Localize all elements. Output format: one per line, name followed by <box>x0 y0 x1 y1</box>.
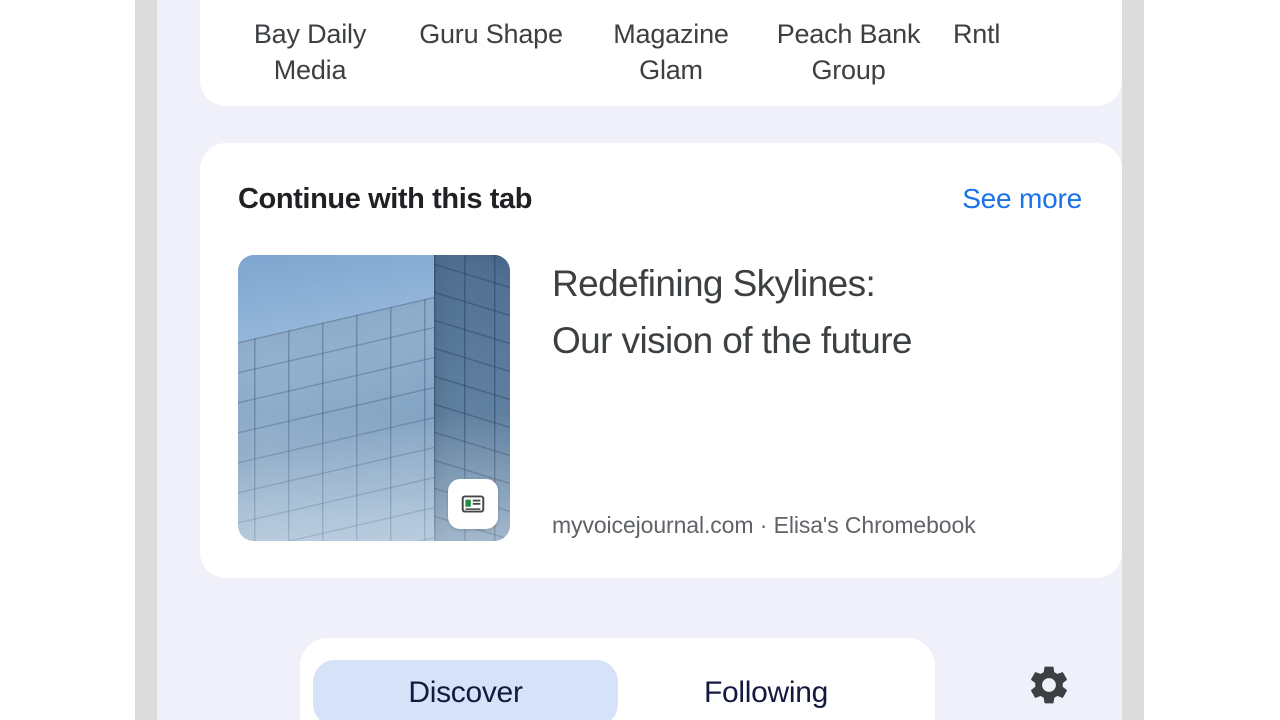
publisher-chip-magazine-glam[interactable]: Magazine Glam <box>586 16 756 88</box>
right-scroll-gutter[interactable] <box>1122 0 1144 720</box>
tab-discover[interactable]: Discover <box>313 660 618 720</box>
article-thumbnail[interactable] <box>238 255 510 541</box>
publisher-chip-bay-daily-media[interactable]: Bay Daily Media <box>224 16 396 88</box>
left-scroll-gutter[interactable] <box>135 0 157 720</box>
article-title[interactable]: Redefining Skylines: Our vision of the f… <box>552 255 1082 370</box>
article-text-column: Redefining Skylines: Our vision of the f… <box>552 255 1082 541</box>
publisher-chip-guru-shape[interactable]: Guru Shape <box>396 16 586 52</box>
publishers-card: Bay Daily Media Guru Shape Magazine Glam… <box>200 0 1122 106</box>
publisher-chip-peach-bank-group[interactable]: Peach Bank Group <box>756 16 941 88</box>
gear-icon <box>1031 666 1067 704</box>
publishers-row: Bay Daily Media Guru Shape Magazine Glam… <box>200 16 1122 88</box>
continue-card-title: Continue with this tab <box>238 183 533 215</box>
bottom-nav-bar: Discover Following <box>300 638 935 720</box>
continue-with-tab-card: Continue with this tab See more Redefini… <box>200 143 1122 578</box>
publisher-chip-rntl[interactable]: Rntl <box>941 16 1061 52</box>
feed-viewport: Bay Daily Media Guru Shape Magazine Glam… <box>157 0 1122 720</box>
tab-following[interactable]: Following <box>618 660 914 720</box>
continue-card-body[interactable]: Redefining Skylines: Our vision of the f… <box>238 255 1082 548</box>
continue-card-header: Continue with this tab See more <box>238 183 1082 216</box>
screen-root: Bay Daily Media Guru Shape Magazine Glam… <box>0 0 1280 720</box>
article-favicon <box>448 479 498 529</box>
see-more-link[interactable]: See more <box>962 183 1082 215</box>
settings-button[interactable] <box>1019 655 1079 715</box>
article-favicon-icon <box>461 495 485 513</box>
article-source-meta: myvoicejournal.com · Elisa's Chromebook <box>552 512 976 538</box>
